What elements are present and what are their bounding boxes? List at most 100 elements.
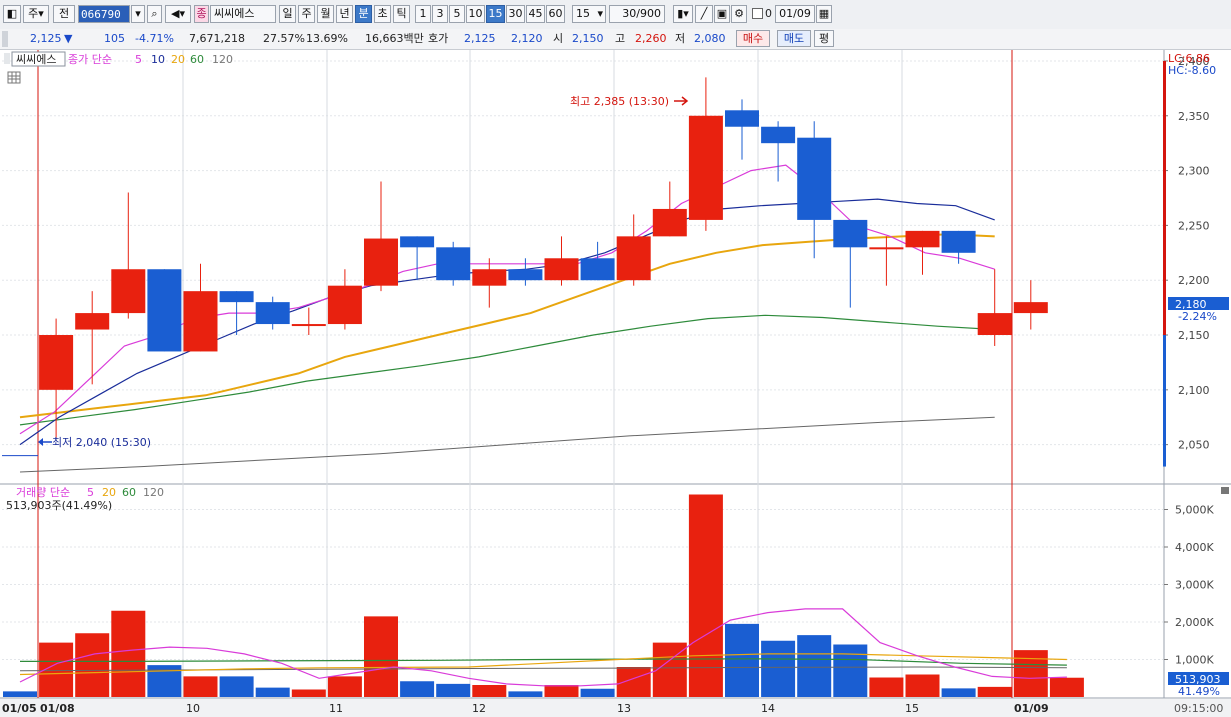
candle-body bbox=[364, 238, 398, 286]
quote-label: 호가 bbox=[428, 32, 449, 45]
interval-select[interactable]: 15 ▾ bbox=[572, 5, 606, 23]
candle-body bbox=[183, 291, 218, 352]
candle-body bbox=[111, 269, 146, 314]
draw-tool-icon[interactable]: ╱ bbox=[695, 5, 713, 23]
candle-body bbox=[327, 285, 362, 325]
candle-body bbox=[833, 219, 868, 248]
interval-tab-15[interactable]: 15 bbox=[486, 5, 505, 23]
volume-bar bbox=[436, 683, 471, 697]
table-icon[interactable] bbox=[7, 71, 21, 84]
interval-tab-30[interactable]: 30 bbox=[506, 5, 525, 23]
price-tick-label: 2,150 bbox=[1178, 329, 1210, 342]
vol-ma60-legend: 60 bbox=[122, 486, 136, 499]
candle-body bbox=[147, 269, 182, 352]
interval-tab-10[interactable]: 10 bbox=[466, 5, 485, 23]
ma60-legend: 60 bbox=[190, 53, 204, 66]
turnover-pct: 27.57% bbox=[263, 32, 305, 45]
period-tab-3[interactable]: 년 bbox=[336, 5, 353, 23]
option-checkbox[interactable] bbox=[752, 8, 763, 19]
volume-bar bbox=[941, 688, 976, 697]
speaker-icon[interactable]: ◀▾ bbox=[165, 5, 191, 23]
candle-body bbox=[688, 115, 723, 220]
quote-info-bar: 2,125 ▼ 105 -4.71% 7,671,218 27.57% 13.6… bbox=[0, 29, 1231, 50]
volume-bar bbox=[905, 674, 940, 697]
price-tick-label: 2,300 bbox=[1178, 165, 1210, 178]
candle-body bbox=[977, 313, 1012, 336]
trade-amount: 16,663백만 bbox=[365, 32, 424, 45]
calendar-icon[interactable]: ▦ bbox=[816, 5, 832, 23]
stock-name-field[interactable]: 씨씨에스 bbox=[210, 5, 276, 23]
period-tab-4[interactable]: 분 bbox=[355, 5, 372, 23]
current-volume-pct: 41.49% bbox=[1178, 685, 1220, 698]
eval-button[interactable]: 평 bbox=[814, 30, 834, 47]
candle-body bbox=[400, 236, 435, 248]
code-dropdown-icon[interactable]: ▾ bbox=[131, 5, 145, 23]
sell-button[interactable]: 매도 bbox=[777, 30, 811, 47]
volume-tick-label: 2,000K bbox=[1175, 616, 1214, 629]
volume-bar bbox=[977, 686, 1012, 697]
period-tab-5[interactable]: 초 bbox=[374, 5, 391, 23]
date-field[interactable]: 01/09 bbox=[775, 5, 815, 23]
candle-type-icon[interactable]: ▮▾ bbox=[673, 5, 693, 23]
period-tab-6[interactable]: 틱 bbox=[393, 5, 410, 23]
volume-bar bbox=[291, 689, 326, 697]
period-tab-1[interactable]: 주 bbox=[298, 5, 315, 23]
volume-bar bbox=[3, 691, 37, 697]
checkbox-label: 0 bbox=[765, 7, 772, 20]
candle-body bbox=[472, 269, 507, 286]
candle-body bbox=[255, 302, 290, 325]
ma120-legend: 120 bbox=[212, 53, 233, 66]
ask-price: 2,125 bbox=[464, 32, 496, 45]
price-tick-label: 2,200 bbox=[1178, 274, 1210, 287]
ma-legend-prefix: 종가 단순 bbox=[68, 53, 112, 66]
low-label: 저 bbox=[675, 32, 686, 45]
period-tab-0[interactable]: 일 bbox=[279, 5, 296, 23]
interval-tab-3[interactable]: 3 bbox=[432, 5, 448, 23]
vol-ma5-legend: 5 bbox=[87, 486, 94, 499]
time-label-0108: 01/08 bbox=[40, 702, 75, 715]
stock-code-input[interactable] bbox=[78, 5, 130, 23]
time-label-11: 11 bbox=[329, 702, 343, 715]
search-icon[interactable]: ⌕ bbox=[147, 5, 162, 23]
price-tick-label: 2,350 bbox=[1178, 110, 1210, 123]
volume-bar bbox=[544, 685, 579, 697]
max-annotation: 최고 2,385 (13:30) bbox=[570, 95, 669, 108]
market-select[interactable]: 주▾ bbox=[23, 5, 49, 23]
open-price: 2,150 bbox=[572, 32, 604, 45]
volume-tick-label: 5,000K bbox=[1175, 504, 1214, 517]
volume-bar bbox=[472, 685, 507, 697]
candle-body bbox=[869, 247, 904, 250]
window-menu-icon[interactable]: ◧ bbox=[3, 5, 21, 23]
price-tick-label: 2,100 bbox=[1178, 384, 1210, 397]
period-tab-2[interactable]: 월 bbox=[317, 5, 334, 23]
volume-bar bbox=[183, 676, 218, 697]
count-field[interactable]: 30/900 bbox=[609, 5, 665, 23]
volume-bar bbox=[616, 667, 651, 697]
interval-tab-60[interactable]: 60 bbox=[546, 5, 565, 23]
volume-bar bbox=[688, 494, 723, 697]
vol-ma20-legend: 20 bbox=[102, 486, 116, 499]
market-label: 주 bbox=[28, 7, 39, 20]
hc-label: HC:-8.60 bbox=[1168, 64, 1216, 77]
interval-tab-45[interactable]: 45 bbox=[526, 5, 545, 23]
volume-bar bbox=[761, 640, 796, 697]
prev-button[interactable]: 전 bbox=[53, 5, 75, 23]
buy-button[interactable]: 매수 bbox=[736, 30, 770, 47]
candle-body bbox=[291, 324, 326, 327]
volume-value: 7,671,218 bbox=[189, 32, 245, 45]
volume-bar bbox=[364, 616, 398, 697]
candle-body bbox=[219, 291, 254, 303]
volume-bar bbox=[111, 610, 146, 697]
gear-icon[interactable]: ⚙ bbox=[731, 5, 747, 23]
volume-summary: 513,903주(41.49%) bbox=[6, 499, 112, 512]
candle-body bbox=[652, 208, 687, 237]
volume-bar bbox=[869, 677, 904, 697]
stock-chart[interactable]: 2,0502,1002,1502,2002,2502,3002,3502,400… bbox=[0, 50, 1231, 717]
panel-collapse-icon[interactable] bbox=[1221, 487, 1229, 494]
interval-tab-5[interactable]: 5 bbox=[449, 5, 465, 23]
interval-tab-1[interactable]: 1 bbox=[415, 5, 431, 23]
save-icon[interactable]: ▣ bbox=[714, 5, 730, 23]
clock-label: 09:15:00 bbox=[1174, 702, 1223, 715]
chevron-down-icon: ▾ bbox=[597, 7, 603, 20]
ratio-pct: 13.69% bbox=[306, 32, 348, 45]
